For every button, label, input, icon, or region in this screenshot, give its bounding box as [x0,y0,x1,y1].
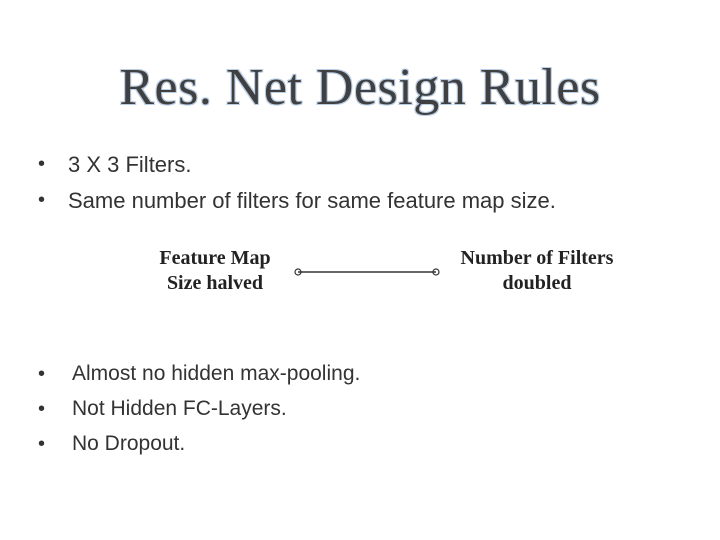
bullet-text: Almost no hidden max-pooling. [72,360,360,388]
bullet-icon: • [38,430,72,459]
bullet-icon: • [38,186,68,215]
bullet-icon: • [38,150,68,179]
bullet-icon: • [38,395,72,424]
bullet-list-top: • 3 X 3 Filters. • Same number of filter… [38,150,680,221]
slide: Res. Net Design Rules • 3 X 3 Filters. •… [0,0,720,540]
diagram-left-line1: Feature Map [140,246,290,271]
list-item: • 3 X 3 Filters. [38,150,680,180]
bullet-text: Not Hidden FC-Layers. [72,395,287,423]
bullet-text: Same number of filters for same feature … [68,186,556,216]
list-item: • Almost no hidden max-pooling. [38,360,680,389]
diagram: Feature Map Size halved Number of Filter… [0,238,720,318]
bullet-list-bottom: • Almost no hidden max-pooling. • Not Hi… [38,360,680,465]
bullet-icon: • [38,360,72,389]
list-item: • Not Hidden FC-Layers. [38,395,680,424]
diagram-right-label: Number of Filters doubled [442,246,632,296]
bullet-text: No Dropout. [72,430,185,458]
diagram-left-label: Feature Map Size halved [140,246,290,296]
arrow-icon [292,260,442,284]
diagram-right-line1: Number of Filters [442,246,632,271]
list-item: • Same number of filters for same featur… [38,186,680,216]
slide-title: Res. Net Design Rules [0,58,720,117]
bullet-text: 3 X 3 Filters. [68,150,191,180]
list-item: • No Dropout. [38,430,680,459]
diagram-right-line2: doubled [442,271,632,296]
diagram-left-line2: Size halved [140,271,290,296]
